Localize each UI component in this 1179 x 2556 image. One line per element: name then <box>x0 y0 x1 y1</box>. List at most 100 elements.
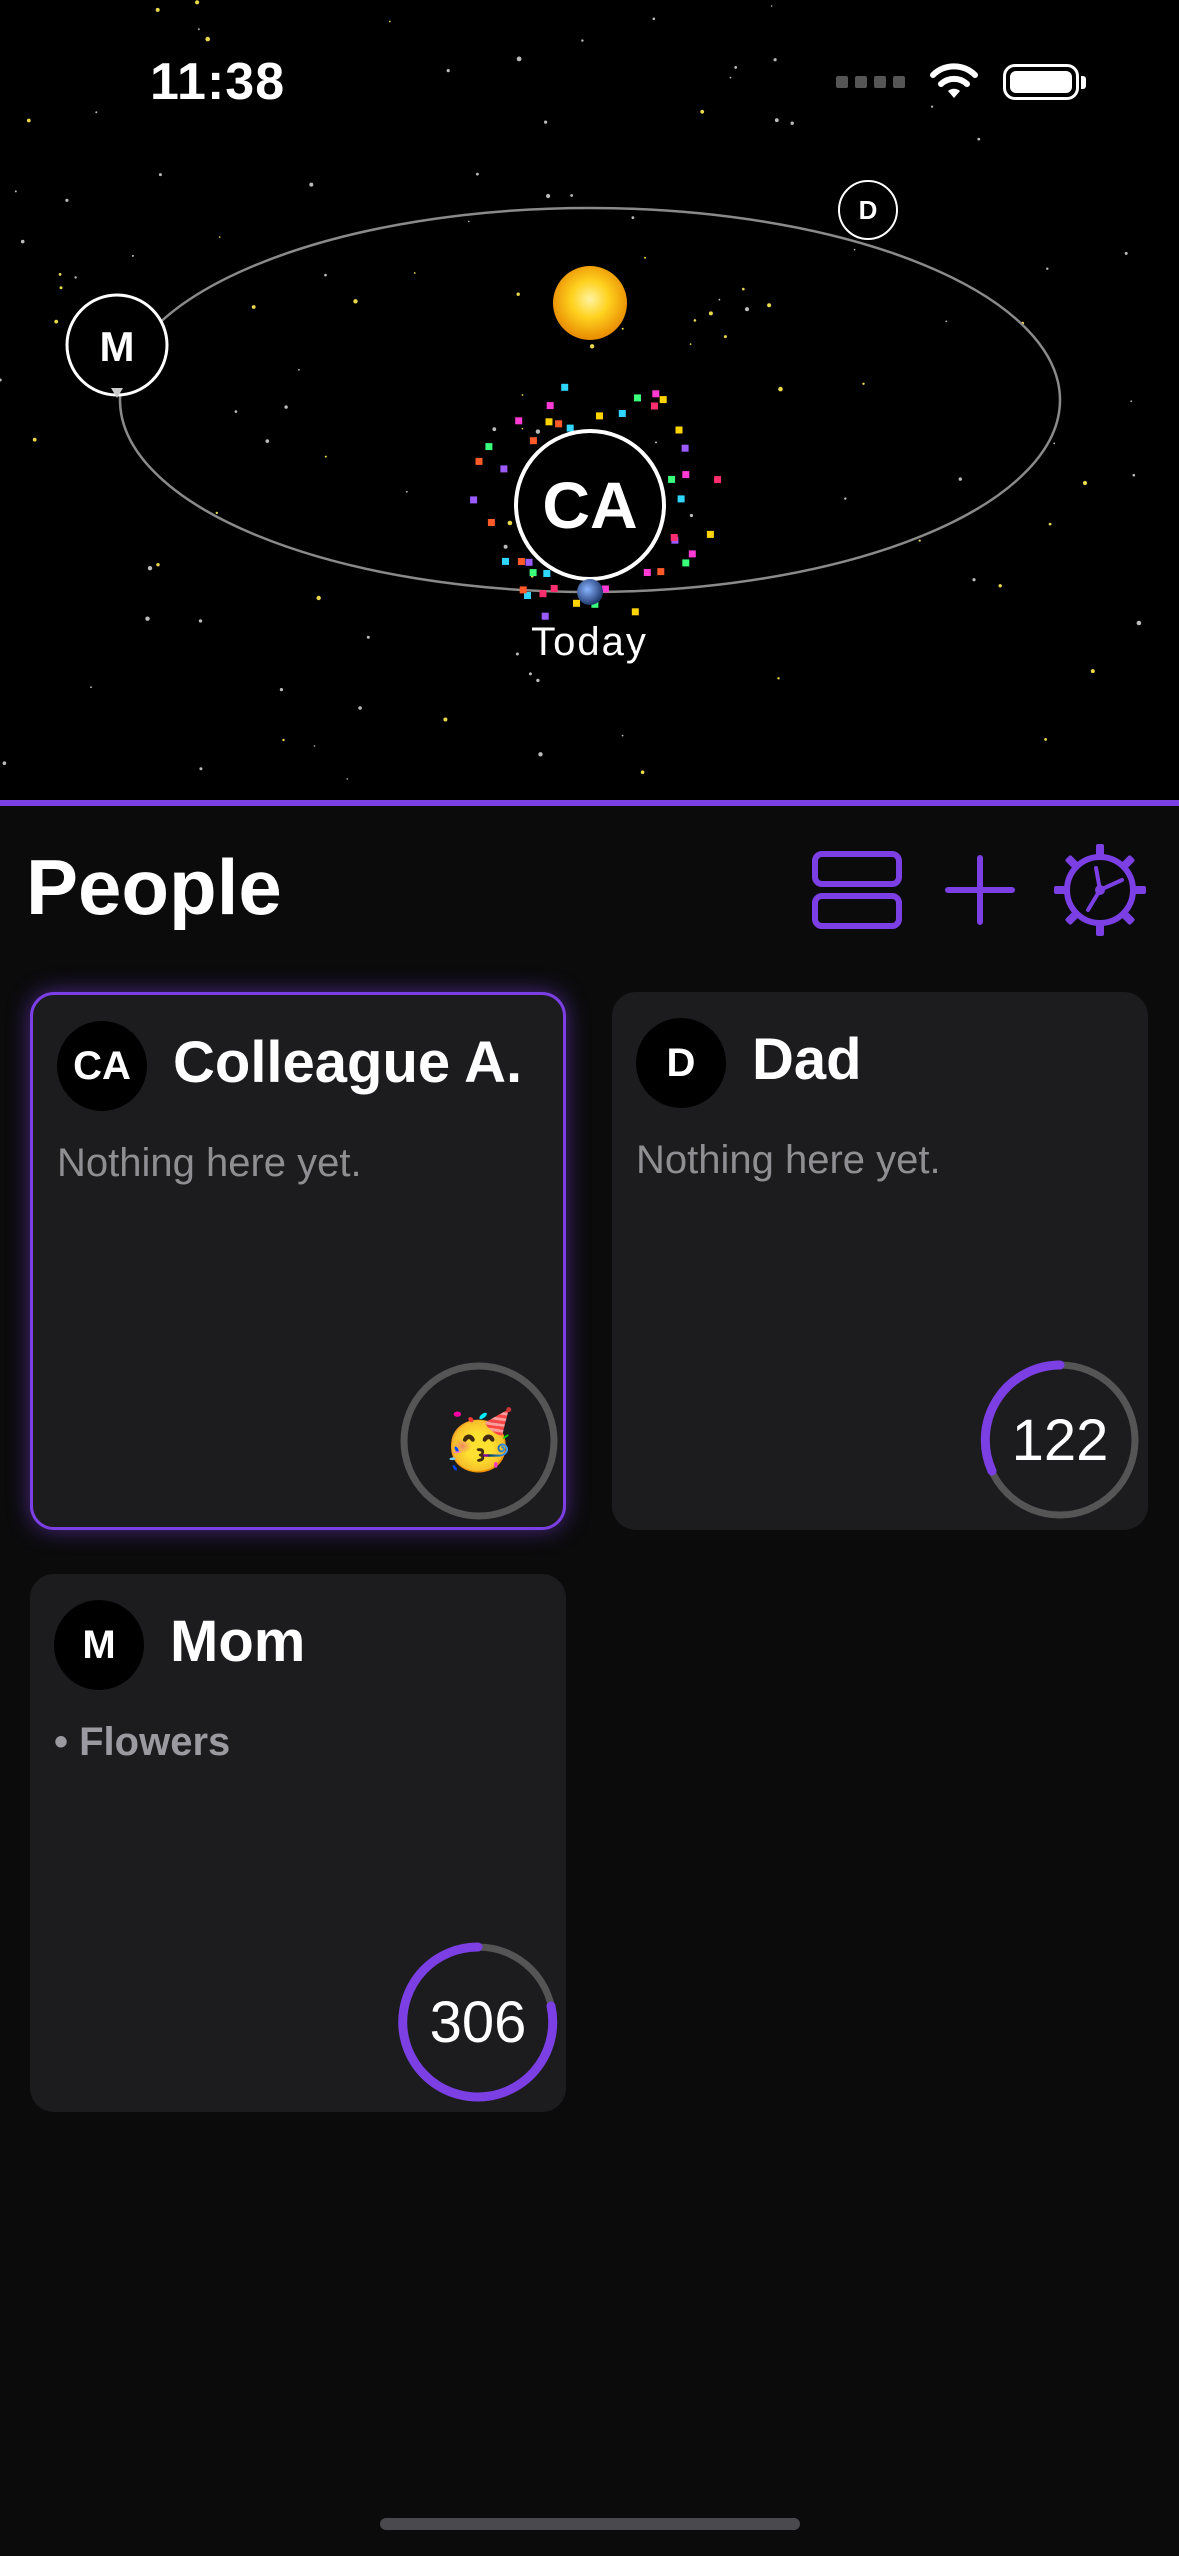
star <box>521 394 524 396</box>
star <box>156 563 160 567</box>
person-note: Nothing here yet. <box>57 1141 362 1185</box>
battery-icon <box>1003 64 1086 100</box>
confetti-piece <box>657 568 665 576</box>
orbit-canvas: M D CA <box>0 0 1142 780</box>
confetti-piece <box>561 383 569 391</box>
star <box>155 7 160 12</box>
settings-button[interactable] <box>1050 840 1150 940</box>
star <box>729 76 732 79</box>
person-name: Dad <box>752 1027 862 1092</box>
star <box>2 761 7 765</box>
orbit-view[interactable]: M D CA 11:38 Today <box>0 0 1179 806</box>
wifi-icon <box>930 63 978 98</box>
star <box>535 429 541 434</box>
star <box>298 368 300 371</box>
star <box>195 0 200 5</box>
status-time: 11:38 <box>150 53 286 111</box>
planet-d[interactable]: D <box>838 180 898 240</box>
party-emoji-icon: 🥳 <box>442 1408 516 1473</box>
star <box>199 767 203 771</box>
star <box>528 672 532 676</box>
confetti-piece <box>643 569 651 576</box>
star <box>74 276 77 279</box>
star <box>972 578 976 582</box>
star <box>358 706 362 710</box>
planet-m[interactable]: M <box>65 293 169 398</box>
layout-toggle-button[interactable] <box>807 840 907 940</box>
confetti-piece <box>555 420 563 428</box>
star <box>581 39 584 42</box>
star <box>1132 473 1136 477</box>
star <box>700 109 705 114</box>
star <box>516 292 520 296</box>
star <box>446 69 450 73</box>
person-card-mom[interactable]: M Mom • Flowers 306 <box>30 1574 566 2112</box>
star <box>468 220 470 223</box>
svg-text:M: M <box>100 323 135 370</box>
confetti-piece <box>546 402 554 410</box>
confetti-piece <box>706 530 714 538</box>
star <box>218 236 221 238</box>
star <box>536 678 540 683</box>
confetti-piece <box>541 612 549 620</box>
confetti-piece <box>543 570 551 577</box>
confetti-piece <box>668 475 676 483</box>
days-count: 122 <box>1011 1407 1109 1473</box>
star <box>324 455 327 458</box>
gear-icon <box>1054 844 1146 936</box>
star <box>507 520 513 526</box>
confetti-piece <box>525 558 533 566</box>
section-divider <box>0 800 1179 806</box>
star <box>774 118 779 123</box>
confetti-piece <box>519 586 527 594</box>
sun-icon <box>553 266 627 340</box>
star <box>95 111 98 114</box>
star <box>742 287 745 291</box>
today-label: Today <box>531 620 648 664</box>
star <box>723 335 727 339</box>
person-name: Colleague A. <box>173 1030 523 1095</box>
star <box>1046 267 1049 270</box>
confetti-piece <box>529 437 537 445</box>
star <box>853 248 856 251</box>
person-card-dad[interactable]: D Dad Nothing here yet. 122 <box>612 992 1148 1530</box>
star <box>59 286 63 290</box>
star <box>631 216 635 220</box>
star <box>734 66 738 69</box>
star <box>388 20 391 23</box>
confetti-piece <box>652 390 660 398</box>
star <box>977 137 981 141</box>
person-note: Nothing here yet. <box>636 1138 941 1182</box>
star <box>689 513 694 518</box>
star <box>476 172 479 176</box>
star <box>1082 480 1088 486</box>
star <box>54 319 59 324</box>
star <box>90 686 92 689</box>
star <box>279 688 283 692</box>
avatar: M <box>54 1600 144 1690</box>
star <box>744 307 750 312</box>
confetti-piece <box>670 534 678 541</box>
planet-ca[interactable]: CA <box>514 429 666 581</box>
star <box>773 58 777 62</box>
star <box>346 778 349 780</box>
star <box>778 386 783 392</box>
confetti-piece <box>677 495 685 503</box>
person-card-colleague[interactable]: CA Colleague A. Nothing here yet. 🥳 <box>30 992 566 1530</box>
confetti-piece <box>659 396 667 404</box>
add-person-button[interactable] <box>930 840 1030 940</box>
star <box>198 28 200 31</box>
confetti-piece <box>573 599 580 607</box>
star <box>521 427 524 430</box>
person-note: • Flowers <box>54 1720 231 1764</box>
star <box>0 378 2 382</box>
svg-text:D: D <box>859 195 878 225</box>
svg-text:CA: CA <box>542 468 637 542</box>
list-layout-icon <box>812 851 902 929</box>
star <box>718 298 721 301</box>
star <box>1044 738 1047 741</box>
confetti-piece <box>517 558 525 565</box>
star <box>1048 522 1052 526</box>
star <box>931 105 934 108</box>
confetti-piece <box>485 443 493 451</box>
